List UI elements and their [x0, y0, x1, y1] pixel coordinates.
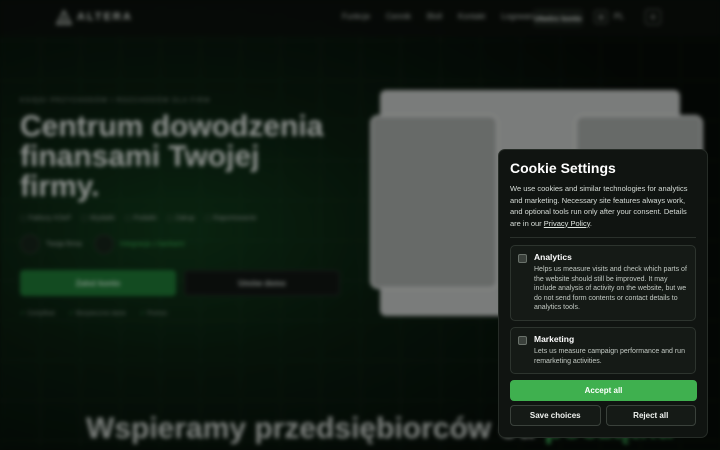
analytics-option-title: Analytics: [534, 252, 572, 262]
cookie-settings-dialog: Cookie Settings We use cookies and simil…: [498, 149, 708, 438]
analytics-option-description: Helps us measure visits and check which …: [534, 266, 687, 312]
marketing-option-description: Lets us measure campaign performance and…: [534, 347, 685, 365]
marketing-checkbox[interactable]: [518, 335, 527, 345]
divider: [510, 237, 696, 238]
cookie-dialog-description: We use cookies and similar technologies …: [510, 183, 696, 229]
save-choices-button[interactable]: Save choices: [510, 405, 601, 427]
marketing-option-title: Marketing: [534, 333, 575, 344]
secondary-button-row: Save choices Reject all: [510, 405, 696, 427]
cookie-dialog-title: Cookie Settings: [510, 160, 616, 176]
analytics-option[interactable]: Analytics Helps us measure visits and ch…: [510, 245, 696, 321]
accept-all-button[interactable]: Accept all: [510, 380, 697, 402]
analytics-checkbox[interactable]: [518, 254, 527, 263]
privacy-policy-link[interactable]: Privacy Policy: [544, 219, 590, 228]
cookie-description-text: We use cookies and similar technologies …: [510, 184, 688, 228]
marketing-option[interactable]: Marketing Lets us measure campaign perfo…: [510, 326, 696, 375]
cookie-description-end: .: [589, 218, 592, 228]
reject-all-button[interactable]: Reject all: [605, 405, 696, 427]
